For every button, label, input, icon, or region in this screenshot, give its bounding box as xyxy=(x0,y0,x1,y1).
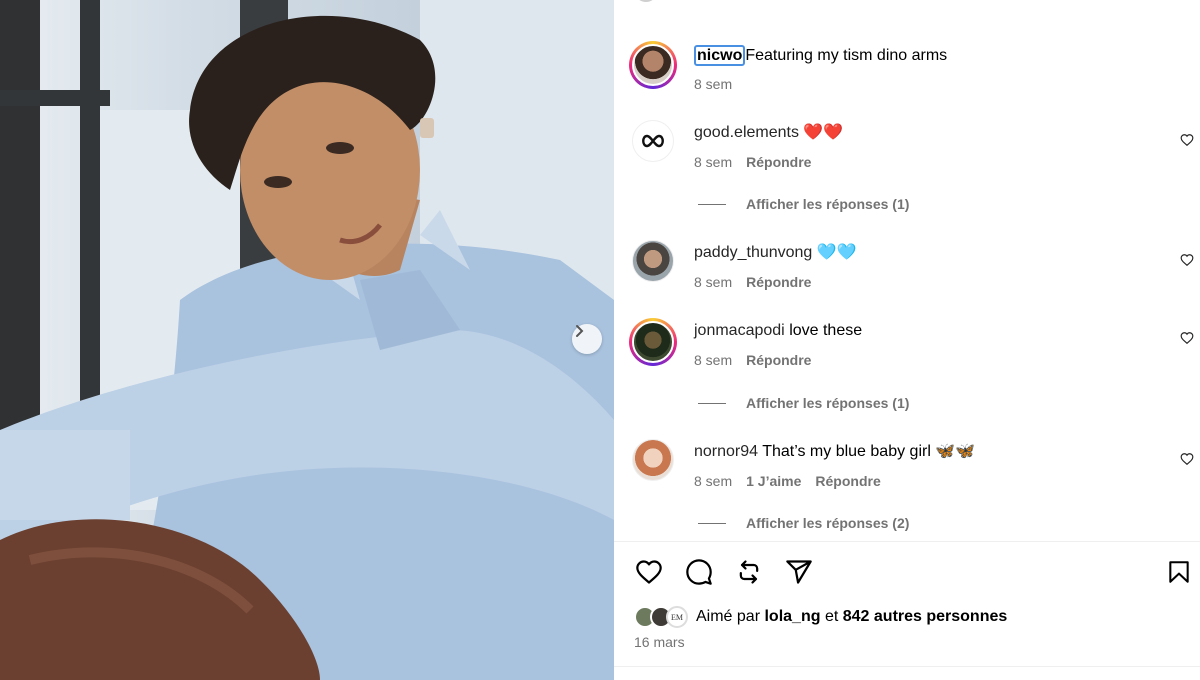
likes-count[interactable]: 842 autres personnes xyxy=(843,608,1008,625)
send-icon xyxy=(786,560,812,584)
commenter-avatar[interactable] xyxy=(629,318,677,366)
view-replies-label: Afficher les réponses (1) xyxy=(746,196,910,212)
action-bar xyxy=(634,557,814,587)
liker-username[interactable]: lola_ng xyxy=(764,608,820,625)
replies-line xyxy=(698,522,726,524)
header-avatar-stub xyxy=(636,0,656,2)
comment-body: ❤️❤️ xyxy=(803,124,844,141)
post-photo xyxy=(0,0,614,680)
comment-time[interactable]: 8 sem xyxy=(694,473,732,489)
comment-likes-count[interactable]: 1 J’aime xyxy=(746,473,801,489)
comment-meta: 8 sem 1 J’aime Répondre xyxy=(694,473,881,489)
like-button[interactable] xyxy=(634,557,664,587)
comment-username[interactable]: good.elements xyxy=(694,124,799,141)
comment-text: paddy_thunvong 🩵🩵 xyxy=(694,243,857,263)
photo-illustration xyxy=(0,0,614,680)
comment-body: That’s my blue baby girl 🦋🦋 xyxy=(762,443,976,460)
caption-time[interactable]: 8 sem xyxy=(694,76,732,92)
comment-time[interactable]: 8 sem xyxy=(694,274,732,290)
comment-meta: 8 sem Répondre xyxy=(694,154,811,170)
comment-time[interactable]: 8 sem xyxy=(694,352,732,368)
caption-username[interactable]: nicwo xyxy=(694,45,746,66)
author-avatar[interactable] xyxy=(629,41,677,89)
reply-button[interactable]: Répondre xyxy=(746,154,811,170)
heart-icon xyxy=(636,560,662,584)
comment-button[interactable] xyxy=(684,557,714,587)
comment-like-heart-icon[interactable] xyxy=(1180,253,1194,267)
view-replies-button[interactable]: Afficher les réponses (1) xyxy=(698,196,909,212)
post-date[interactable]: 16 mars xyxy=(634,634,685,650)
bookmark-icon xyxy=(1169,561,1189,583)
actions-divider xyxy=(614,541,1200,542)
commenter-avatar[interactable] xyxy=(632,120,674,162)
save-button[interactable] xyxy=(1164,557,1194,587)
comment-text: nornor94 That’s my blue baby girl 🦋🦋 xyxy=(694,442,975,462)
commenter-avatar[interactable] xyxy=(632,439,674,481)
reply-button[interactable]: Répondre xyxy=(815,473,880,489)
view-replies-button[interactable]: Afficher les réponses (2) xyxy=(698,515,909,531)
comment-time[interactable]: 8 sem xyxy=(694,154,732,170)
comments-panel: nicwo Featuring my tism dino arms 8 sem g… xyxy=(614,0,1200,680)
bottom-divider xyxy=(614,666,1200,667)
likes-summary[interactable]: EM Aimé par lola_ng et 842 autres person… xyxy=(634,606,1007,628)
comment-username[interactable]: nornor94 xyxy=(694,443,758,460)
commenter-avatar[interactable] xyxy=(632,240,674,282)
comment-like-heart-icon[interactable] xyxy=(1180,452,1194,466)
next-photo-button[interactable] xyxy=(572,324,602,354)
view-replies-button[interactable]: Afficher les réponses (1) xyxy=(698,395,909,411)
view-replies-label: Afficher les réponses (1) xyxy=(746,395,910,411)
share-button[interactable] xyxy=(784,557,814,587)
view-replies-label: Afficher les réponses (2) xyxy=(746,515,910,531)
reply-button[interactable]: Répondre xyxy=(746,274,811,290)
reply-button[interactable]: Répondre xyxy=(746,352,811,368)
comment-username[interactable]: jonmacapodi xyxy=(694,322,785,339)
replies-line xyxy=(698,402,726,404)
comment-body: love these xyxy=(789,322,863,339)
likes-middle: et xyxy=(824,608,839,625)
liker-avatar-monogram: EM xyxy=(666,606,688,628)
caption-text: nicwo Featuring my tism dino arms xyxy=(694,45,948,66)
repost-button[interactable] xyxy=(734,557,764,587)
comment-like-heart-icon[interactable] xyxy=(1180,133,1194,147)
comment-text: good.elements ❤️❤️ xyxy=(694,123,843,143)
infinity-logo-icon xyxy=(642,134,664,148)
comment-like-heart-icon[interactable] xyxy=(1180,331,1194,345)
likes-prefix: Aimé par xyxy=(696,608,761,625)
repost-icon xyxy=(739,560,759,584)
comment-meta: 8 sem Répondre xyxy=(694,352,811,368)
comment-body: 🩵🩵 xyxy=(816,244,857,261)
caption-meta: 8 sem xyxy=(694,76,732,92)
caption-body: Featuring my tism dino arms xyxy=(745,47,948,64)
chevron-right-icon xyxy=(576,325,584,337)
replies-line xyxy=(698,203,726,205)
comment-meta: 8 sem Répondre xyxy=(694,274,811,290)
comment-text: jonmacapodi love these xyxy=(694,321,862,341)
comment-username[interactable]: paddy_thunvong xyxy=(694,244,812,261)
comment-icon xyxy=(686,559,712,585)
likes-text: Aimé par lola_ng et 842 autres personnes xyxy=(696,608,1007,626)
